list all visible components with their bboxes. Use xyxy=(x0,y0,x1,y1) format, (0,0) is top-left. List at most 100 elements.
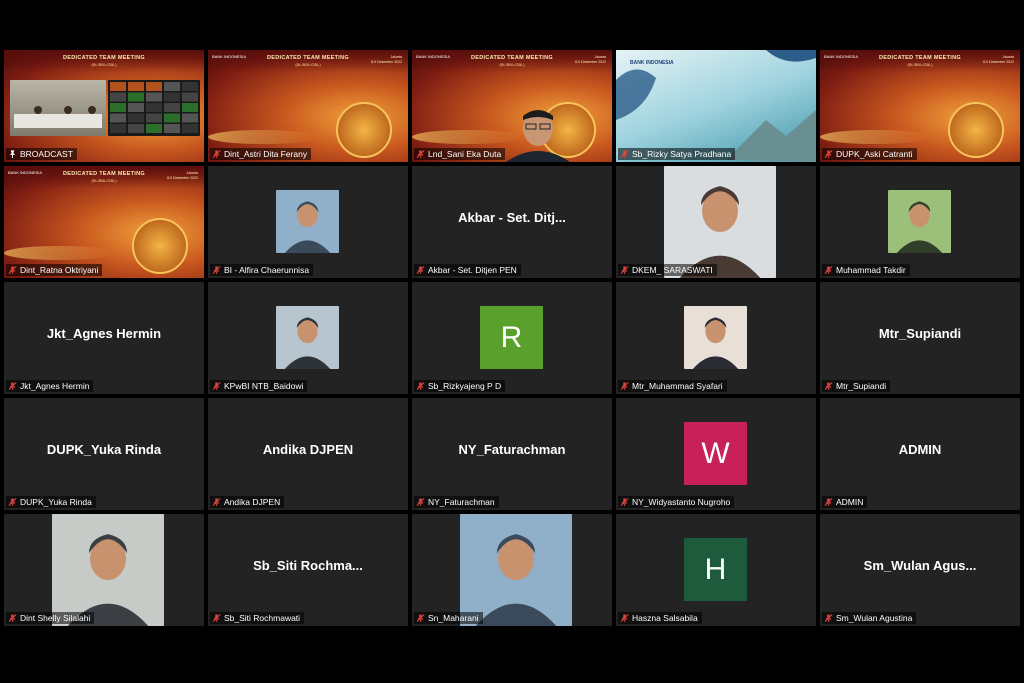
participant-tile[interactable]: Mtr_Muhammad Syafari xyxy=(616,282,816,394)
participant-tile[interactable]: H Haszna Salsabila xyxy=(616,514,816,626)
participant-name-label: Dint_Astri Dita Ferany xyxy=(210,148,312,160)
broadcast-screen-share xyxy=(108,80,200,136)
participant-tile[interactable]: Akbar - Set. Ditj... Akbar - Set. Ditjen … xyxy=(412,166,612,278)
participant-avatar: W xyxy=(684,422,747,485)
participant-name: Dint_Astri Dita Ferany xyxy=(224,149,308,159)
participant-name-label: Dint_Ratna Oktriyani xyxy=(6,264,103,276)
participant-tile[interactable]: Sb_Siti Rochma... Sb_Siti Rochmawati xyxy=(208,514,408,626)
participant-tile[interactable]: Sn_Maharani xyxy=(412,514,612,626)
participant-name: NY_Widyastanto Nugroho xyxy=(632,497,731,507)
mic-muted-icon xyxy=(8,614,17,623)
participant-name-label: Sn_Maharani xyxy=(414,612,483,624)
participant-name: DKEM_ SARASWATI xyxy=(632,265,713,275)
participant-name: Sm_Wulan Agustina xyxy=(836,613,913,623)
participant-name-label: Dint Shelly Silalahi xyxy=(6,612,95,624)
participant-tile[interactable]: Sm_Wulan Agus... Sm_Wulan Agustina xyxy=(820,514,1020,626)
participant-name-label: BROADCAST xyxy=(6,148,77,160)
participant-name-label: DUPK_Yuka Rinda xyxy=(6,496,96,508)
participant-tile[interactable]: BI - Alfira Chaerunnisa xyxy=(208,166,408,278)
participant-name-label: KPwBI NTB_Baidowi xyxy=(210,380,308,392)
participant-tile[interactable]: ADMIN ADMIN xyxy=(820,398,1020,510)
mic-muted-icon xyxy=(212,498,221,507)
participant-name: DUPK_Aski Catranti xyxy=(836,149,913,159)
participant-tile[interactable]: DKEM_ SARASWATI xyxy=(616,166,816,278)
participant-name-label: Andika DJPEN xyxy=(210,496,285,508)
mic-muted-icon xyxy=(8,498,17,507)
participant-name: Mtr_Muhammad Syafari xyxy=(632,381,723,391)
participant-name: NY_Faturachman xyxy=(428,497,495,507)
participant-tile[interactable]: Mtr_Supiandi Mtr_Supiandi xyxy=(820,282,1020,394)
participant-photo xyxy=(52,514,164,626)
participant-name-label: BI - Alfira Chaerunnisa xyxy=(210,264,314,276)
mic-muted-icon xyxy=(824,382,833,391)
participant-tile[interactable]: BANK INDONESIA DEDICATED TEAM MEETING (BL/… xyxy=(208,50,408,162)
meeting-slide-background: BANK INDONESIA DEDICATED TEAM MEETING (BL/… xyxy=(208,50,408,162)
participant-tile[interactable]: BANK INDONESIA DEDICATED TEAM MEETING (BL/… xyxy=(412,50,612,162)
participant-tile[interactable]: Muhammad Takdir xyxy=(820,166,1020,278)
participant-name-label: NY_Faturachman xyxy=(414,496,499,508)
participant-display-name: NY_Faturachman xyxy=(458,442,566,457)
medal-emblem xyxy=(948,102,1004,158)
mic-muted-icon xyxy=(824,150,833,159)
participant-name: Muhammad Takdir xyxy=(836,265,906,275)
participant-tile[interactable]: DEDICATED TEAM MEETING (BL/BBL/GBL) BROADC… xyxy=(4,50,204,162)
participant-tile[interactable]: BANK INDONESIA DEDICATED TEAM MEETING (BL/… xyxy=(820,50,1020,162)
participant-name: Sb_Rizkyajeng P D xyxy=(428,381,502,391)
participant-display-name: Akbar - Set. Ditj... xyxy=(458,210,566,225)
participant-name: DUPK_Yuka Rinda xyxy=(20,497,92,507)
participant-name-label: ADMIN xyxy=(822,496,868,508)
participant-name: ADMIN xyxy=(836,497,864,507)
participant-name: Dint_Ratna Oktriyani xyxy=(20,265,99,275)
participant-tile[interactable]: KPwBI NTB_Baidowi xyxy=(208,282,408,394)
mic-muted-icon xyxy=(212,614,221,623)
mic-muted-icon xyxy=(620,266,629,275)
slide-date: Jakarta 8-9 Desember 2022 xyxy=(575,55,606,64)
mic-muted-icon xyxy=(824,614,833,623)
participant-name-label: DKEM_ SARASWATI xyxy=(618,264,717,276)
participant-name-label: Haszna Salsabila xyxy=(618,612,702,624)
participant-avatar: R xyxy=(480,306,543,369)
participant-name: Sn_Maharani xyxy=(428,613,479,623)
participant-tile[interactable]: Dint Shelly Silalahi xyxy=(4,514,204,626)
participant-name: Sb_Siti Rochmawati xyxy=(224,613,301,623)
participant-photo xyxy=(460,514,572,626)
participant-name-label: Akbar - Set. Ditjen PEN xyxy=(414,264,521,276)
participant-name-label: Mtr_Muhammad Syafari xyxy=(618,380,727,392)
mic-muted-icon xyxy=(8,382,17,391)
participant-name: Andika DJPEN xyxy=(224,497,281,507)
medal-emblem xyxy=(336,102,392,158)
participant-photo xyxy=(276,190,339,253)
participant-tile[interactable]: R Sb_Rizkyajeng P D xyxy=(412,282,612,394)
mic-muted-icon xyxy=(620,150,629,159)
mic-muted-icon xyxy=(212,150,221,159)
participant-display-name: Jkt_Agnes Hermin xyxy=(46,326,162,341)
mic-muted-icon xyxy=(620,382,629,391)
participant-tile[interactable]: Jkt_Agnes Hermin Jkt_Agnes Hermin xyxy=(4,282,204,394)
participant-photo xyxy=(664,166,776,278)
participant-name: Haszna Salsabila xyxy=(632,613,698,623)
mic-muted-icon xyxy=(824,498,833,507)
mic-muted-icon xyxy=(416,382,425,391)
mic-muted-icon xyxy=(824,266,833,275)
mic-muted-icon xyxy=(212,382,221,391)
participant-tile[interactable]: NY_Faturachman NY_Faturachman xyxy=(412,398,612,510)
participant-name-label: Lnd_Sani Eka Duta xyxy=(414,148,506,160)
participant-tile[interactable]: BANK INDONESIA Sb_Rizky Satya Pradhana xyxy=(616,50,816,162)
participant-tile[interactable]: Andika DJPEN Andika DJPEN xyxy=(208,398,408,510)
participant-photo xyxy=(684,306,747,369)
participant-video xyxy=(498,104,578,162)
participant-tile[interactable]: DUPK_Yuka Rinda DUPK_Yuka Rinda xyxy=(4,398,204,510)
participant-name-label: Mtr_Supiandi xyxy=(822,380,891,392)
participant-tile[interactable]: BANK INDONESIA DEDICATED TEAM MEETING (BL/… xyxy=(4,166,204,278)
mic-muted-icon xyxy=(416,614,425,623)
medal-emblem xyxy=(132,218,188,274)
virtual-background-mountains: BANK INDONESIA xyxy=(616,50,816,162)
slide-date: Jakarta 8-9 Desember 2022 xyxy=(983,55,1014,64)
participant-name: Lnd_Sani Eka Duta xyxy=(428,149,502,159)
participant-display-name: ADMIN xyxy=(898,442,942,457)
participant-name: Dint Shelly Silalahi xyxy=(20,613,91,623)
participant-tile[interactable]: W NY_Widyastanto Nugroho xyxy=(616,398,816,510)
participant-display-name: DUPK_Yuka Rinda xyxy=(46,442,162,457)
participant-photo xyxy=(276,306,339,369)
slide-logo: BANK INDONESIA xyxy=(630,60,674,66)
